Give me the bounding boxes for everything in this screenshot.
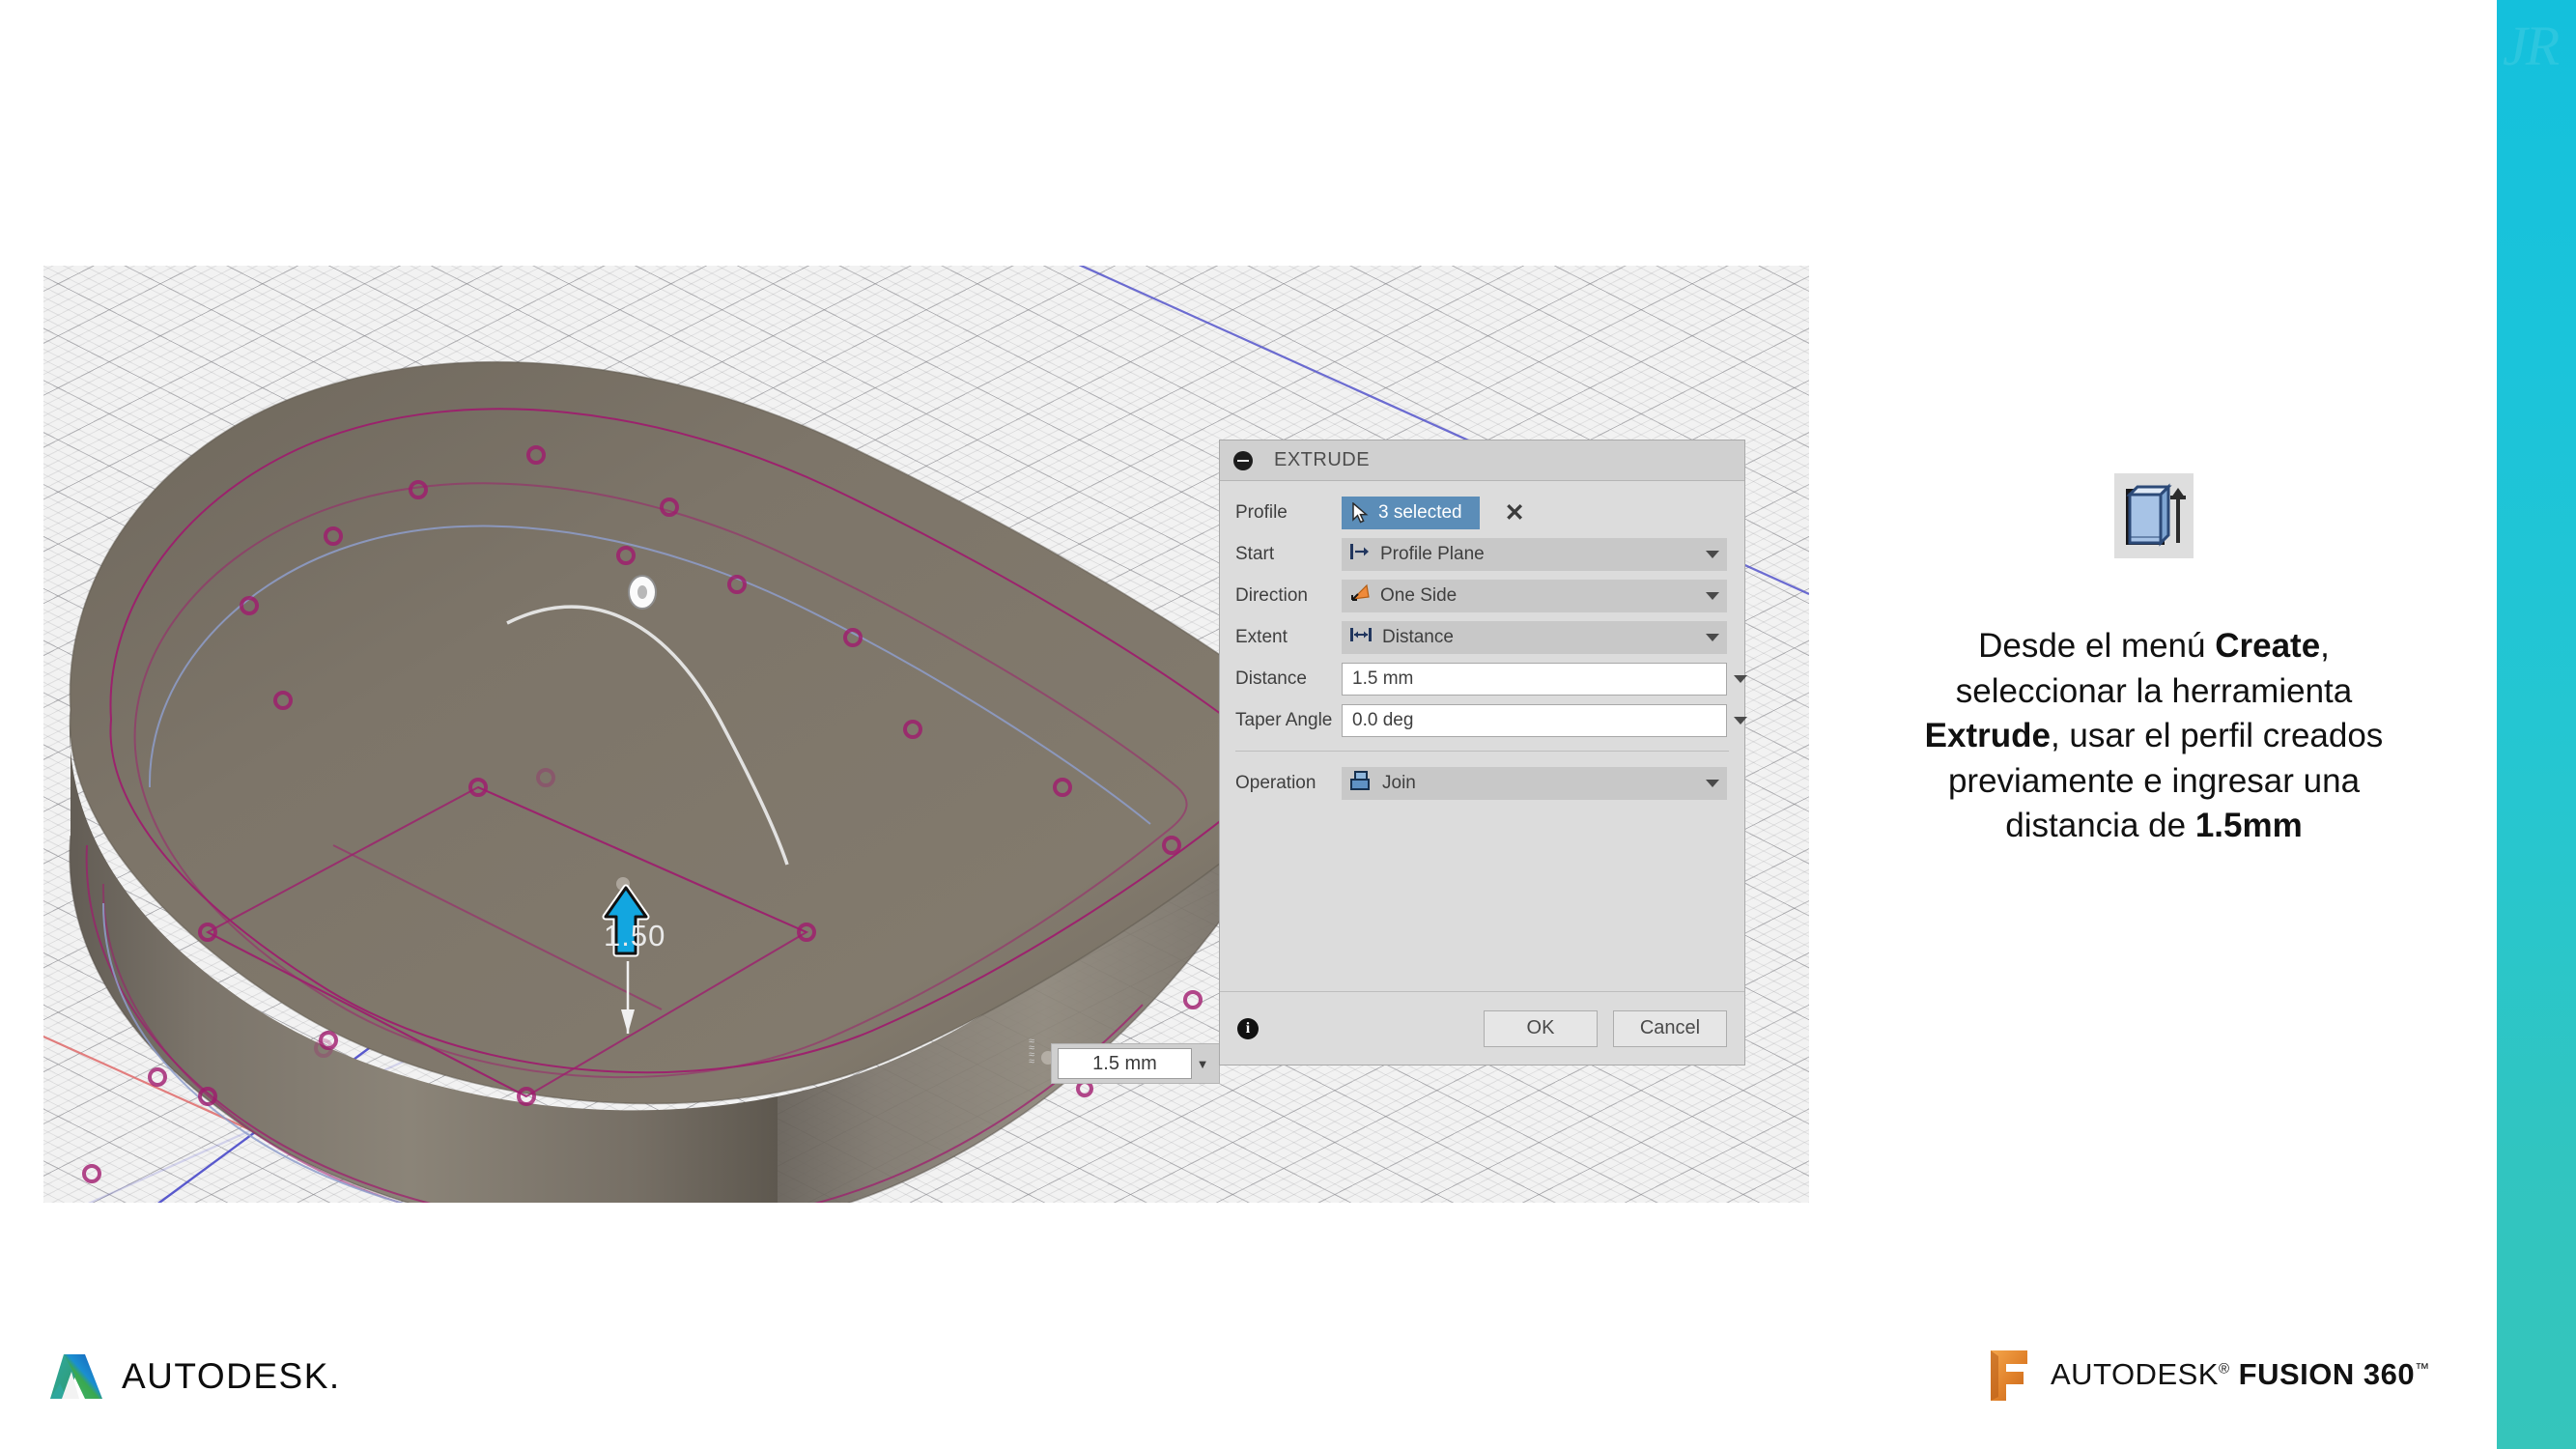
profile-selection-value: 3 selected — [1378, 502, 1462, 523]
distance-value[interactable]: 1.5 mm — [1352, 668, 1413, 690]
caption-line3-post: , usar el perfil creados — [2050, 717, 2384, 755]
caption-distance-bold: 1.5mm — [2194, 807, 2303, 845]
caption-create-bold: Create — [2215, 627, 2321, 665]
accent-watermark: JR — [2503, 14, 2560, 77]
caption-line2: seleccionar la herramienta — [1955, 671, 2353, 710]
chevron-down-icon[interactable] — [1706, 551, 1719, 558]
label-start: Start — [1235, 544, 1275, 564]
viewport-distance-input[interactable]: 1.5 mm ▼ — [1051, 1043, 1220, 1084]
instruction-text: Desde el menú Create, seleccionar la her… — [1864, 624, 2444, 849]
profile-plane-icon — [1349, 542, 1371, 567]
fusion-360-logo: AUTODESK® FUSION 360™ — [1985, 1347, 2430, 1403]
label-extent: Extent — [1235, 627, 1288, 647]
extrude-dialog[interactable]: EXTRUDE Profile 3 selected ✕ Start Profi… — [1219, 440, 1747, 1065]
autodesk-logo: AUTODESK. — [46, 1350, 341, 1403]
start-value: Profile Plane — [1380, 544, 1485, 564]
taper-angle-value[interactable]: 0.0 deg — [1352, 710, 1413, 731]
extrude-dialog-titlebar[interactable]: EXTRUDE — [1220, 440, 1744, 481]
row-start: Start Profile Plane — [1220, 536, 1744, 573]
fusion-f-mark-icon — [1991, 1350, 2027, 1401]
chevron-down-icon[interactable] — [1734, 717, 1747, 724]
info-icon[interactable]: i — [1237, 1017, 1259, 1039]
row-taper-angle: Taper Angle 0.0 deg — [1220, 702, 1747, 739]
row-extent: Extent Distance — [1220, 619, 1744, 656]
profile-selection-chip[interactable]: 3 selected — [1342, 497, 1480, 529]
caption-line4: previamente e ingresar una — [1947, 761, 2361, 800]
row-distance: Distance 1.5 mm — [1220, 661, 1747, 697]
label-distance: Distance — [1235, 668, 1307, 689]
caption-line5-pre: distancia de — [2005, 807, 2195, 845]
chevron-down-icon[interactable] — [1706, 592, 1719, 600]
viewport-distance-dropdown-icon[interactable]: ▼ — [1192, 1057, 1213, 1071]
autodesk-wordmark: AUTODESK. — [122, 1356, 341, 1396]
extent-dropdown[interactable]: Distance — [1342, 621, 1727, 654]
row-direction: Direction One Side — [1220, 578, 1744, 614]
cursor-arrow-icon — [1351, 502, 1371, 524]
extrude-dialog-footer: i OK Cancel — [1220, 991, 1744, 1065]
close-icon[interactable]: ✕ — [1505, 500, 1525, 526]
instruction-panel: Desde el menú Create, seleccionar la her… — [1864, 473, 2444, 849]
label-profile: Profile — [1235, 502, 1288, 523]
caption-line1-pre: Desde el menú — [1978, 627, 2216, 665]
extrude-tool-icon — [2114, 473, 2194, 558]
manipulator-distance-label: 1.50 — [604, 919, 666, 952]
autodesk-mark-icon — [50, 1354, 102, 1399]
row-operation: Operation Join — [1220, 765, 1744, 802]
label-operation: Operation — [1235, 773, 1316, 793]
fusion-360-wordmark: AUTODESK® FUSION 360™ — [2051, 1357, 2430, 1391]
distance-icon — [1349, 625, 1373, 650]
operation-dropdown[interactable]: Join — [1342, 767, 1727, 800]
label-direction: Direction — [1235, 585, 1308, 606]
cancel-button[interactable]: Cancel — [1613, 1009, 1727, 1047]
dimension-tick-marks: ≈ ≈ ≈ ≈ — [1029, 1036, 1034, 1067]
chevron-down-icon[interactable] — [1706, 780, 1719, 787]
ok-button[interactable]: OK — [1484, 1009, 1598, 1047]
minus-circle-icon[interactable] — [1233, 450, 1253, 470]
taper-angle-input[interactable]: 0.0 deg — [1342, 704, 1747, 737]
extrude-dialog-title: EXTRUDE — [1274, 449, 1371, 470]
operation-value: Join — [1382, 773, 1416, 793]
distance-input[interactable]: 1.5 mm — [1342, 663, 1747, 696]
viewport-distance-value[interactable]: 1.5 mm — [1058, 1048, 1192, 1079]
dialog-divider — [1235, 751, 1729, 752]
start-dropdown[interactable]: Profile Plane — [1342, 538, 1727, 571]
label-taper-angle: Taper Angle — [1235, 710, 1333, 730]
caption-line1-post: , — [2320, 627, 2330, 665]
direction-dropdown[interactable]: One Side — [1342, 580, 1727, 612]
right-accent-bar: JR — [2497, 0, 2576, 1449]
join-icon — [1349, 770, 1373, 797]
chevron-down-icon[interactable] — [1734, 675, 1747, 683]
one-side-icon — [1349, 583, 1371, 609]
row-profile: Profile 3 selected ✕ — [1220, 495, 1744, 531]
chevron-down-icon[interactable] — [1706, 634, 1719, 641]
caption-extrude-bold: Extrude — [1924, 717, 2051, 755]
direction-value: One Side — [1380, 585, 1458, 606]
extent-value: Distance — [1382, 627, 1454, 647]
